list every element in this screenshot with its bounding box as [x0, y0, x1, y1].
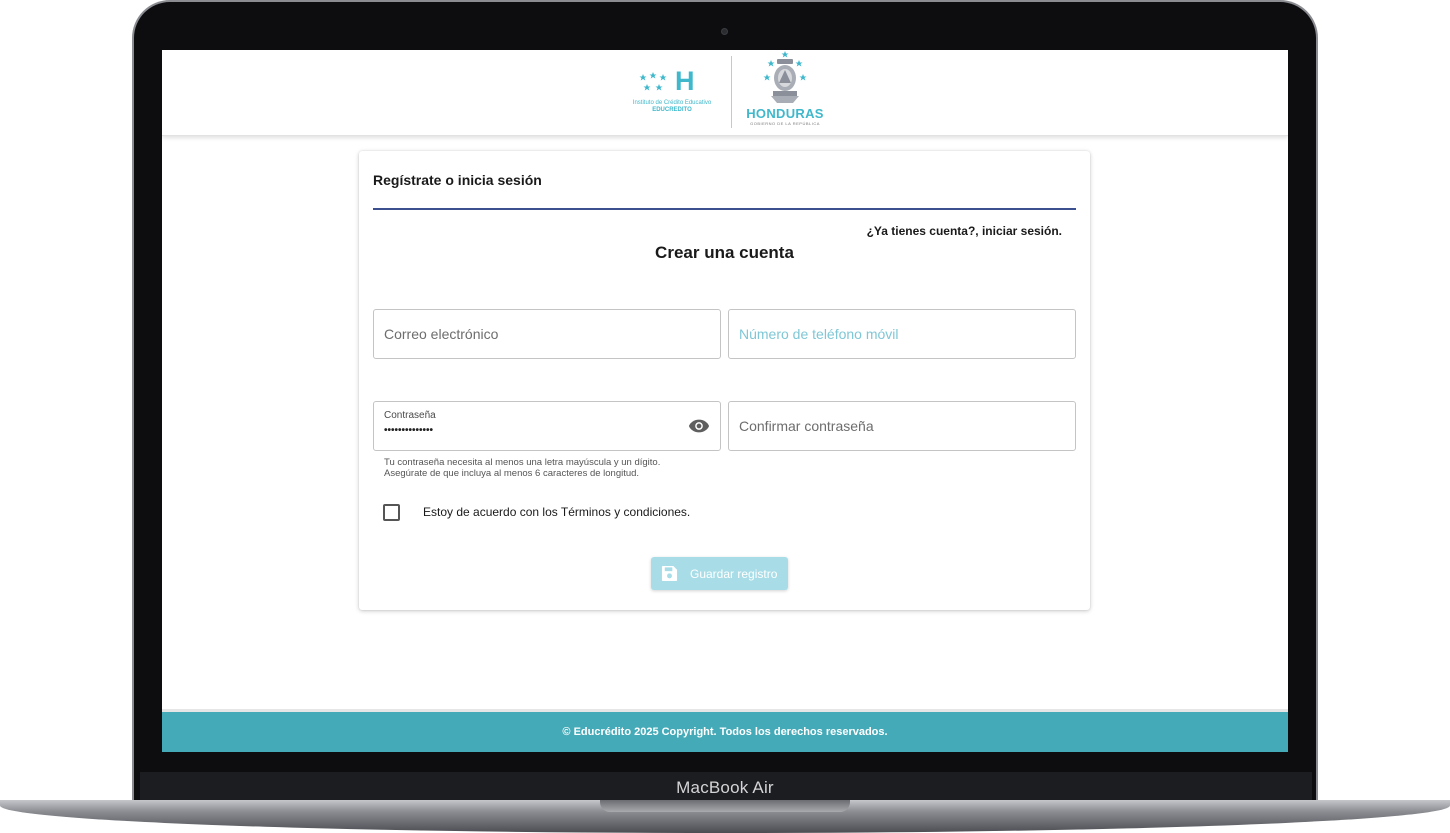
- footer-copyright: © Educrédito 2025 Copyright. Todos los d…: [562, 726, 888, 738]
- form-heading: Crear una cuenta: [655, 243, 794, 262]
- camera-icon: [721, 28, 728, 35]
- card-title: Regístrate o inicia sesión: [373, 172, 542, 188]
- site-header: H Instituto de Crédito Educativo EDUCRED…: [162, 50, 1288, 136]
- confirm-password-input[interactable]: [729, 402, 1075, 450]
- email-input[interactable]: [374, 310, 720, 358]
- honduras-logo[interactable]: HONDURAS GOBIERNO DE LA REPÚBLICA: [740, 50, 830, 134]
- eye-icon[interactable]: [688, 417, 710, 435]
- password-label: Contraseña: [384, 410, 436, 421]
- registration-card: Regístrate o inicia sesión ¿Ya tienes cu…: [359, 151, 1090, 610]
- floppy-disk-icon: [661, 565, 678, 582]
- educredito-logo-letter: H: [675, 66, 695, 96]
- password-field[interactable]: Contraseña ••••••••••••••: [373, 401, 721, 451]
- terms-label[interactable]: Estoy de acuerdo con los Términos y cond…: [423, 505, 690, 519]
- phone-field[interactable]: [728, 309, 1076, 359]
- country-name: HONDURAS: [746, 106, 824, 121]
- country-subtitle: GOBIERNO DE LA REPÚBLICA: [750, 121, 820, 126]
- terms-checkbox[interactable]: [383, 504, 400, 521]
- login-link[interactable]: ¿Ya tienes cuenta?, iniciar sesión.: [867, 224, 1062, 238]
- device-brand-label: MacBook Air: [676, 778, 774, 797]
- educredito-logo-mark: H: [617, 66, 727, 98]
- save-registration-button[interactable]: Guardar registro: [651, 557, 788, 590]
- password-value[interactable]: ••••••••••••••: [384, 425, 433, 436]
- coat-of-arms-icon: [763, 51, 807, 103]
- screen: H Instituto de Crédito Educativo EDUCRED…: [162, 50, 1288, 752]
- site-footer: © Educrédito 2025 Copyright. Todos los d…: [162, 709, 1288, 752]
- header-divider: [731, 56, 732, 128]
- save-registration-label: Guardar registro: [690, 567, 778, 581]
- educredito-logo[interactable]: H Instituto de Crédito Educativo EDUCRED…: [617, 66, 727, 118]
- password-helper-line-2: Asegúrate de que incluya al menos 6 cara…: [384, 468, 640, 479]
- phone-input[interactable]: [729, 310, 1075, 358]
- email-field[interactable]: [373, 309, 721, 359]
- card-title-rule: [373, 208, 1076, 210]
- confirm-password-field[interactable]: [728, 401, 1076, 451]
- stars-icon: [639, 72, 667, 91]
- password-helper-line-1: Tu contraseña necesita al menos una letr…: [384, 457, 661, 468]
- laptop-base-notch: [600, 800, 850, 812]
- password-helper-text: Tu contraseña necesita al menos una letr…: [384, 457, 660, 479]
- institute-name: Instituto de Crédito Educativo: [632, 100, 712, 106]
- institute-short-name: EDUCREDITO: [652, 107, 692, 113]
